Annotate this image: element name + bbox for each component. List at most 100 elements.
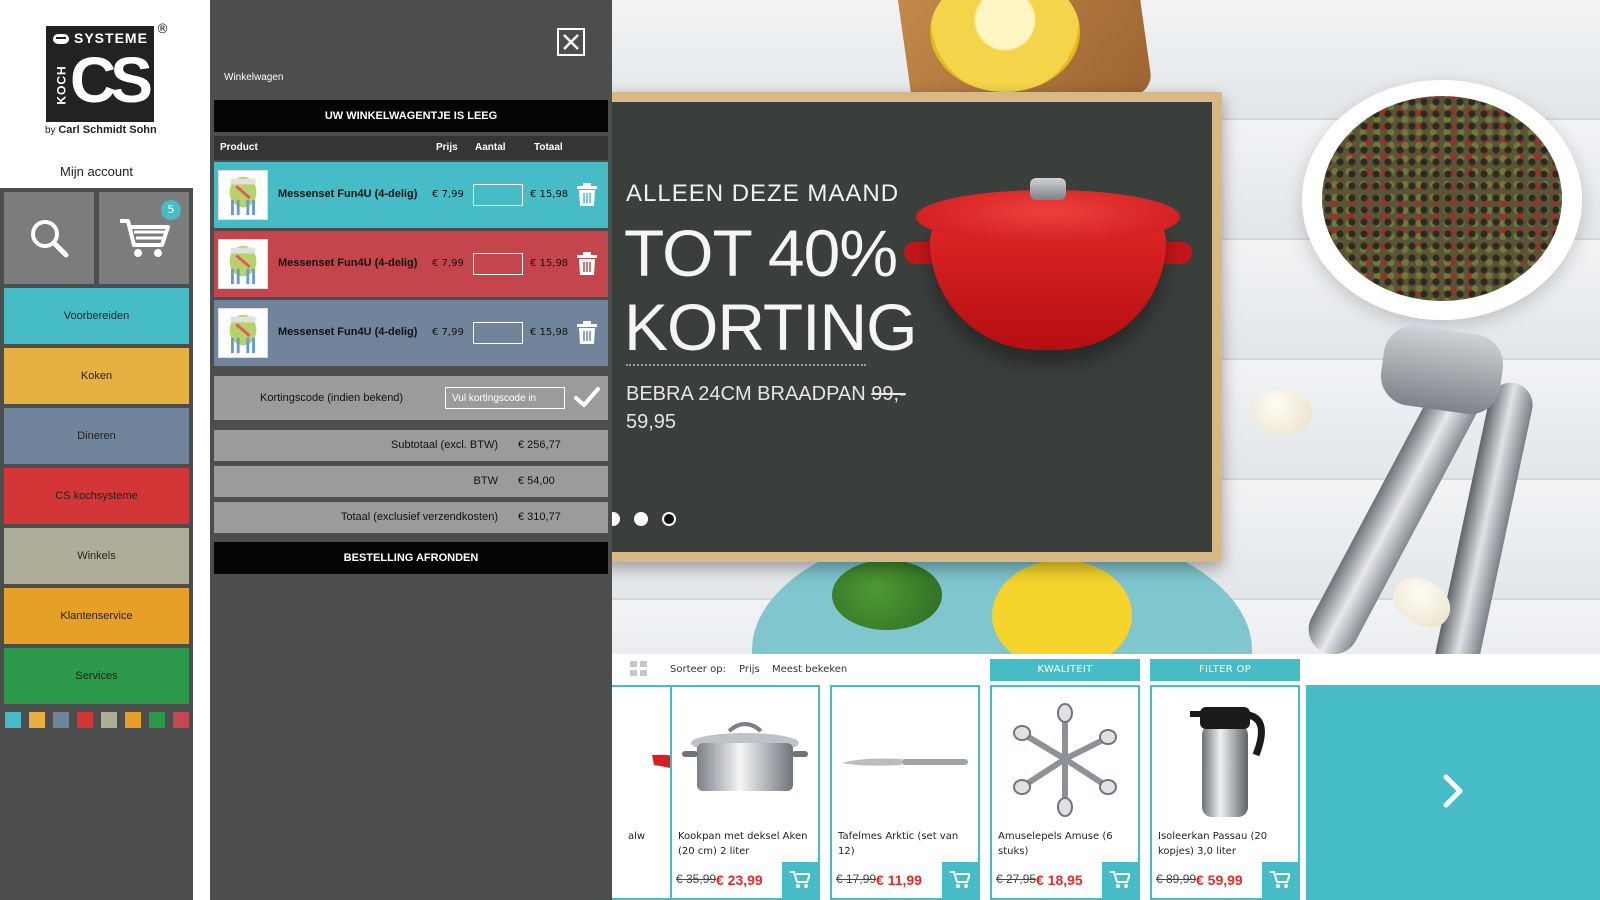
swatch[interactable] (173, 712, 189, 728)
add-to-cart-button[interactable] (782, 862, 818, 898)
cart-item-total: € 15,98 (530, 327, 569, 338)
header-product: Product (220, 142, 258, 153)
cart-item-name[interactable]: Messenset Fun4U (4-delig) (278, 188, 417, 200)
product-name[interactable]: Kookpan met deksel Aken (20 cm) 2 liter (678, 829, 814, 859)
close-cart-button[interactable] (557, 28, 585, 56)
color-swatches (5, 712, 189, 728)
knife-set-thumbnail[interactable] (218, 170, 268, 220)
filter-quality-button[interactable]: KWALITEIT (990, 659, 1140, 681)
logo-koch: KOCH (54, 65, 69, 105)
checkmark-icon[interactable] (574, 386, 600, 408)
hero-banner[interactable]: ALLEEN DEZE MAAND TOT 40% KORTING BEBRA … (612, 0, 1600, 654)
search-button[interactable] (4, 192, 94, 284)
nav-klantenservice[interactable]: Klantenservice (4, 588, 189, 644)
product-card[interactable]: Kookpan met deksel Aken (20 cm) 2 liter … (670, 685, 820, 900)
swatch[interactable] (77, 712, 93, 728)
swatch[interactable] (29, 712, 45, 728)
product-old-price: € 89,99 (1156, 872, 1197, 886)
logo-byline: by Carl Schmidt Sohn (45, 124, 157, 136)
grid-view-icon[interactable] (630, 661, 648, 677)
swatch[interactable] (149, 712, 165, 728)
subtotal-row: Subtotaal (excl. BTW) € 256,77 (214, 430, 608, 461)
product-card[interactable]: Isoleerkan Passau (20 kopjes) 3,0 liter … (1150, 685, 1300, 900)
cart-icon (1270, 871, 1290, 888)
slider-dot-active[interactable] (662, 512, 676, 526)
checkout-button[interactable]: BESTELLING AFRONDEN (214, 542, 608, 574)
promo-divider (626, 364, 866, 366)
product-new-price: € 23,99 (716, 872, 763, 888)
cooking-pot-image (682, 722, 808, 791)
knife-set-thumbnail[interactable] (218, 308, 268, 358)
product-old-price: € 27,95 (996, 872, 1037, 886)
cart-row: Messenset Fun4U (4-delig) € 7,99 € 15,98 (214, 162, 608, 228)
cart-row: Messenset Fun4U (4-delig) € 7,99 € 15,98 (214, 231, 608, 297)
cart-button[interactable]: 5 (99, 192, 189, 284)
promo-product-name: BEBRA 24CM BRAADPAN (626, 383, 866, 405)
promo-discount: TOT 40% (624, 216, 898, 290)
nav-dineren[interactable]: Dineren (4, 408, 189, 464)
subtotal-value: € 256,77 (518, 439, 561, 451)
swatch[interactable] (5, 712, 21, 728)
cart-item-quantity[interactable] (473, 253, 523, 275)
nav-voorbereiden[interactable]: Voorbereiden (4, 288, 189, 344)
cart-panel: Winkelwagen UW WINKELWAGENTJE IS LEEG Pr… (210, 0, 612, 900)
sort-option-most-viewed[interactable]: Meest bekeken (772, 664, 847, 675)
amuse-spoons-image (1013, 703, 1117, 817)
header-total: Totaal (534, 142, 563, 153)
promo-heading: ALLEEN DEZE MAAND (626, 180, 900, 207)
trash-icon[interactable] (576, 321, 598, 345)
filter-on-button[interactable]: FILTER OP (1150, 659, 1300, 681)
slider-dots (612, 512, 676, 526)
logo-mark: SYSTEME KOCH CS (46, 26, 154, 122)
product-card[interactable]: Tafelmes Arktic (set van 12) € 17,99 € 1… (830, 685, 980, 900)
slider-dot[interactable] (612, 512, 620, 526)
cart-item-quantity[interactable] (473, 184, 523, 206)
promo-korting: KORTING (624, 290, 917, 364)
trash-icon[interactable] (576, 183, 598, 207)
cart-icon (790, 871, 810, 888)
header-price: Prijs (436, 142, 458, 153)
nav-koken[interactable]: Koken (4, 348, 189, 404)
promo-old-price: 99,- (871, 383, 906, 405)
logo-by-prefix: by (45, 125, 56, 136)
nav-cs-kochsysteme[interactable]: CS kochsysteme (4, 468, 189, 524)
coupon-input[interactable] (445, 387, 565, 409)
sort-label: Sorteer op: (670, 664, 726, 675)
brand-logo[interactable]: SYSTEME KOCH CS ® by Carl Schmidt Sohn (44, 22, 170, 136)
logo-pot-icon (53, 34, 69, 44)
product-name[interactable]: Tafelmes Arktic (set van 12) (838, 829, 974, 859)
swatch[interactable] (125, 712, 141, 728)
cart-empty-banner: UW WINKELWAGENTJE IS LEEG (214, 100, 608, 132)
add-to-cart-button[interactable] (1102, 862, 1138, 898)
sort-option-price[interactable]: Prijs (739, 664, 760, 675)
cart-item-price: € 7,99 (432, 327, 464, 338)
nav-winkels[interactable]: Winkels (4, 528, 189, 584)
next-products-button[interactable] (1306, 685, 1600, 900)
logo-by-name: Carl Schmidt Sohn (58, 124, 157, 136)
product-name[interactable]: Amuselepels Amuse (6 stuks) (998, 829, 1134, 859)
search-icon (31, 220, 69, 258)
garlic-image (1252, 390, 1312, 434)
nav-services[interactable]: Services (4, 648, 189, 704)
cart-item-quantity[interactable] (473, 322, 523, 344)
cart-item-total: € 15,98 (530, 258, 569, 269)
my-account-link[interactable]: Mijn account (0, 164, 193, 179)
knife-set-thumbnail[interactable] (218, 239, 268, 289)
pot-knob-image (1030, 178, 1066, 200)
trash-icon[interactable] (576, 252, 598, 276)
add-to-cart-button[interactable] (942, 862, 978, 898)
product-name[interactable]: Isoleerkan Passau (20 kopjes) 3,0 liter (1158, 829, 1294, 859)
swatch[interactable] (53, 712, 69, 728)
swatch[interactable] (101, 712, 117, 728)
slider-dot[interactable] (634, 512, 648, 526)
cart-table-header: Product Prijs Aantal Totaal (214, 136, 608, 160)
subtotal-label: Subtotaal (excl. BTW) (391, 439, 498, 451)
add-to-cart-button[interactable] (1262, 862, 1298, 898)
cart-item-total: € 15,98 (530, 189, 569, 200)
cart-item-name[interactable]: Messenset Fun4U (4-delig) (278, 257, 417, 269)
total-row: Totaal (exclusief verzendkosten) € 310,7… (214, 502, 608, 533)
product-card[interactable]: Amuselepels Amuse (6 stuks) € 27,95 € 18… (990, 685, 1140, 900)
cart-item-price: € 7,99 (432, 189, 464, 200)
chevron-right-icon (1443, 774, 1463, 808)
cart-item-name[interactable]: Messenset Fun4U (4-delig) (278, 326, 417, 338)
